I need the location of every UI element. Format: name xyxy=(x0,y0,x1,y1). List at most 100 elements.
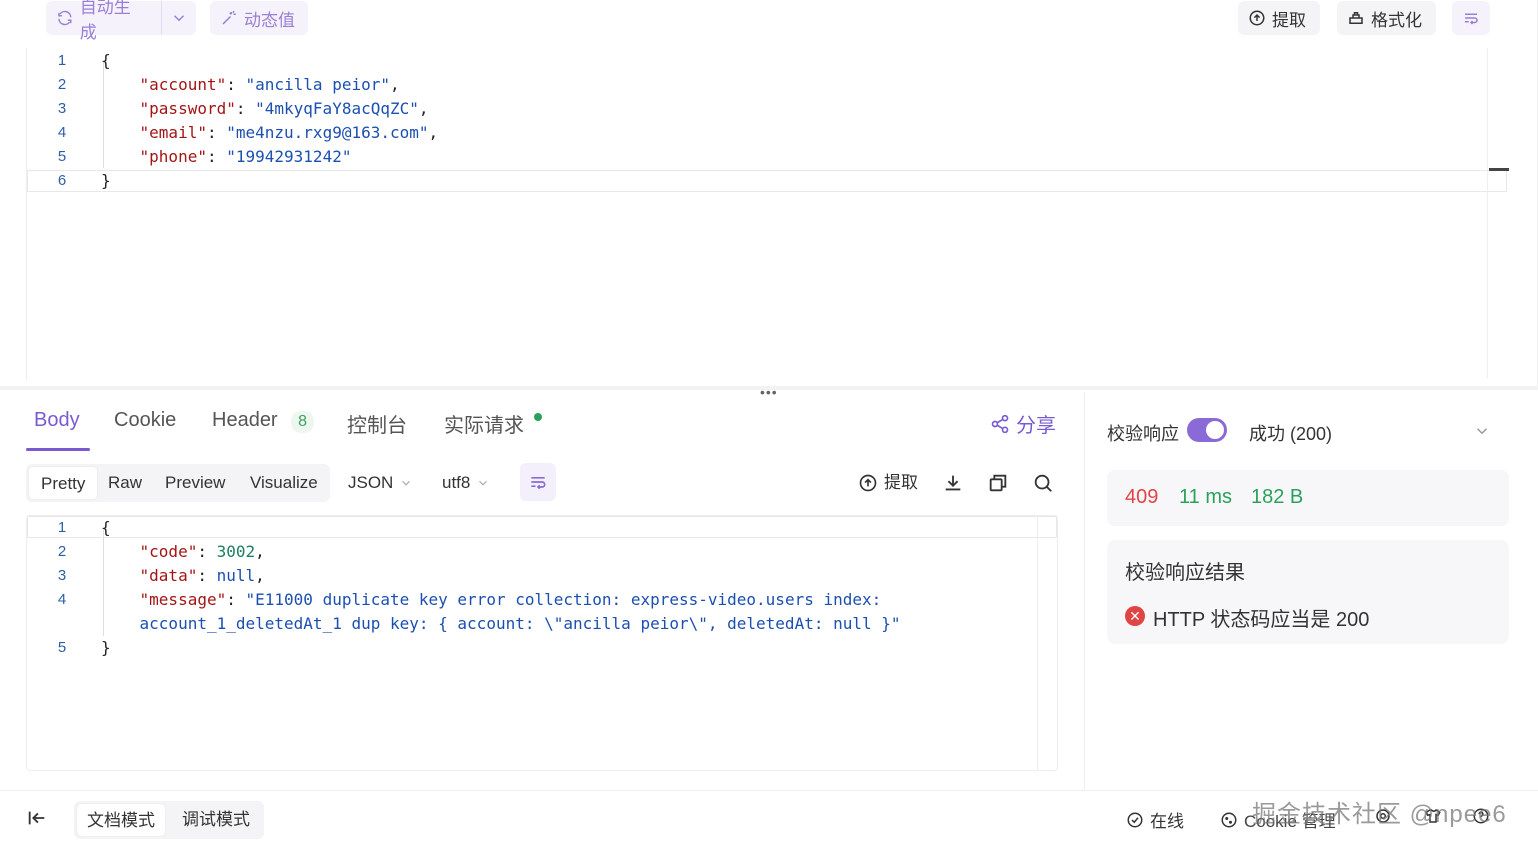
extract-button[interactable]: 提取 xyxy=(1238,1,1320,35)
scrollbar-marker xyxy=(1489,168,1509,171)
code-line: "account": "ancilla peior", xyxy=(101,73,400,97)
header-count-badge: 8 xyxy=(291,411,315,433)
response-time: 11 ms xyxy=(1179,486,1232,508)
code-token: : xyxy=(206,123,227,142)
code-token: "4mkyqFaY8acQqZC" xyxy=(255,99,419,118)
code-token: , xyxy=(418,99,429,118)
response-meta-card: 409 11 ms 182 B xyxy=(1107,470,1509,526)
view-raw-button[interactable]: Raw xyxy=(96,466,154,500)
code-line: "message": "E11000 duplicate key error c… xyxy=(101,588,882,612)
format-label: 格式化 xyxy=(1371,10,1422,30)
format-select[interactable]: JSON xyxy=(336,466,425,500)
line-number: 3 xyxy=(57,567,67,584)
scrollbar-track[interactable] xyxy=(1037,516,1038,770)
code-token: , xyxy=(428,123,439,142)
dynamic-value-button[interactable]: 动态值 xyxy=(210,1,308,35)
code-token: "password" xyxy=(101,99,236,118)
online-status[interactable]: 在线 xyxy=(1126,807,1184,832)
code-token: : xyxy=(206,147,227,166)
chevron-down-icon xyxy=(402,480,411,486)
collapse-sidebar-icon[interactable] xyxy=(26,807,48,834)
current-line-highlight xyxy=(27,516,1057,538)
line-number: 2 xyxy=(57,543,67,560)
cookie-icon xyxy=(1221,812,1237,827)
code-token: : xyxy=(235,99,256,118)
online-label: 在线 xyxy=(1150,812,1184,831)
code-line: "password": "4mkyqFaY8acQqZC", xyxy=(101,97,429,121)
wrap-lines-icon xyxy=(531,477,546,490)
check-circle-icon xyxy=(1127,812,1143,827)
code-line: "data": null, xyxy=(101,564,265,588)
view-pretty-button[interactable]: Pretty xyxy=(28,466,99,500)
validation-result-title: 校验响应结果 xyxy=(1125,562,1245,584)
line-number: 3 xyxy=(57,100,67,117)
view-visualize-button[interactable]: Visualize xyxy=(238,466,330,500)
code-token: "phone" xyxy=(101,147,207,166)
drag-dots-icon: ••• xyxy=(760,384,778,400)
debug-mode-button[interactable]: 调试模式 xyxy=(172,803,260,837)
request-code-editor[interactable]: 1{2 "account": "ancilla peior", 3 "passwo… xyxy=(26,48,1509,380)
tab-body[interactable]: Body xyxy=(34,409,80,432)
code-token: "me4nzu.rxg9@163.com" xyxy=(226,123,429,142)
doc-mode-button[interactable]: 文档模式 xyxy=(76,803,166,837)
code-token: : xyxy=(226,75,246,94)
line-number: 4 xyxy=(57,591,67,608)
wrap-lines-icon xyxy=(1465,13,1478,25)
response-wrap-button[interactable] xyxy=(520,463,556,501)
line-number: 5 xyxy=(57,148,67,165)
response-code-editor[interactable]: 1{2 "code": 3002, 3 "data": null, 4 "messa… xyxy=(26,515,1058,771)
auto-generate-button[interactable]: 自动生成 xyxy=(46,0,196,42)
line-number: 2 xyxy=(57,76,67,93)
status-dot xyxy=(533,413,542,421)
tab-cookie[interactable]: Cookie xyxy=(114,409,176,432)
code-line: } xyxy=(101,636,111,660)
line-number: 5 xyxy=(57,639,67,656)
response-size: 182 B xyxy=(1251,486,1304,508)
broom-icon xyxy=(1349,12,1363,24)
encoding-select[interactable]: utf8 xyxy=(430,466,502,500)
encoding-select-value: utf8 xyxy=(442,473,471,492)
code-token: "ancilla peior" xyxy=(245,75,391,94)
code-token: , xyxy=(255,542,265,561)
response-extract-label: 提取 xyxy=(884,473,918,492)
status-option-select[interactable]: 成功 (200) xyxy=(1249,420,1332,446)
scrollbar-track[interactable] xyxy=(1487,48,1488,378)
watermark-text: 掘金技术社区 @npee6 xyxy=(1252,801,1507,828)
error-icon: ✕ xyxy=(1125,606,1145,626)
validate-response-toggle[interactable] xyxy=(1187,418,1227,442)
view-preview-button[interactable]: Preview xyxy=(153,466,237,500)
code-token: , xyxy=(255,566,265,585)
request-body-panel: 自动生成 动态值 提取 格式化 1{2 "account": "ancilla … xyxy=(0,0,1538,388)
code-line: "email": "me4nzu.rxg9@163.com", xyxy=(101,121,439,145)
dynamic-value-label: 动态值 xyxy=(244,10,295,30)
code-line: account_1_deletedAt_1 dup key: { account… xyxy=(101,612,901,636)
tab-actual-request-label: 实际请求 xyxy=(444,415,524,437)
search-icon[interactable] xyxy=(1032,472,1054,499)
copy-icon[interactable] xyxy=(987,472,1009,499)
auto-generate-dropdown[interactable] xyxy=(160,1,196,35)
panel-resize-handle[interactable]: ••• xyxy=(0,384,1538,400)
code-token: "email" xyxy=(101,123,207,142)
line-number: 4 xyxy=(57,124,67,141)
validation-result-card: 校验响应结果 ✕ HTTP 状态码应当是 200 xyxy=(1107,540,1509,644)
magic-wand-icon xyxy=(222,10,236,25)
tab-console[interactable]: 控制台 xyxy=(347,409,407,438)
response-extract-button[interactable]: 提取 xyxy=(846,466,930,500)
share-button[interactable]: 分享 xyxy=(990,409,1056,438)
chevron-down-icon[interactable] xyxy=(1473,422,1491,445)
extract-label: 提取 xyxy=(1272,10,1306,30)
chevron-down-icon xyxy=(479,480,488,486)
code-token: "message" xyxy=(101,590,227,609)
tab-actual-request[interactable]: 实际请求 xyxy=(444,409,542,438)
code-token: : xyxy=(197,542,217,561)
validation-result-message: HTTP 状态码应当是 200 xyxy=(1153,609,1370,631)
code-token: } xyxy=(101,638,111,657)
validate-response-label: 校验响应 xyxy=(1107,424,1179,444)
validation-panel: 校验响应 成功 (200) 409 11 ms 182 B 校验响应结果 ✕ H… xyxy=(1084,392,1538,790)
word-wrap-button[interactable] xyxy=(1452,1,1490,35)
download-icon[interactable] xyxy=(942,472,964,499)
tab-header[interactable]: Header 8 xyxy=(212,409,315,433)
code-line: "phone": "19942931242" xyxy=(101,145,352,169)
current-line-highlight xyxy=(27,170,1507,192)
format-button[interactable]: 格式化 xyxy=(1337,1,1436,35)
